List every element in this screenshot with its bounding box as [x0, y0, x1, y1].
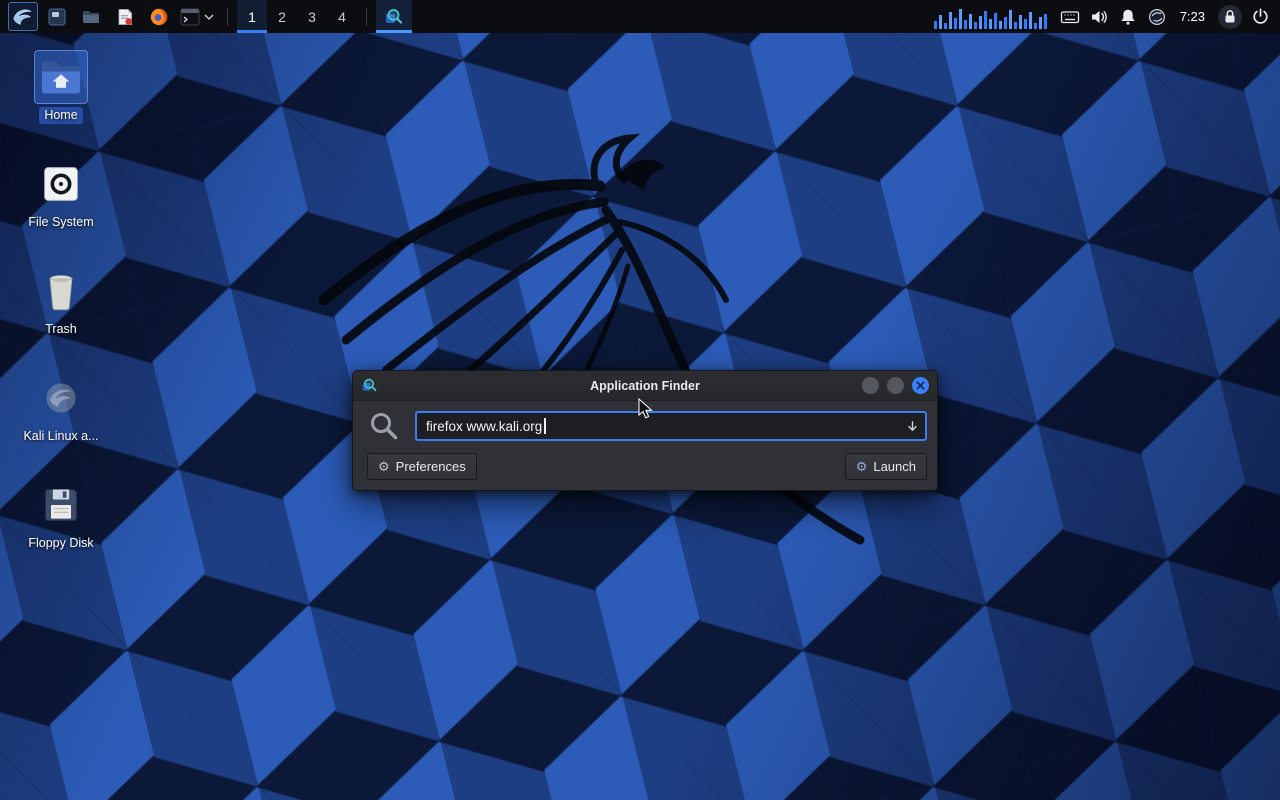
workspace-4[interactable]: 4 — [327, 0, 357, 33]
app-finder-task-icon — [384, 7, 404, 27]
desktop-icon-trash[interactable]: Trash — [8, 264, 114, 338]
desktop-icon-label: Home — [39, 107, 82, 124]
workspace-1-label: 1 — [248, 9, 256, 25]
terminal-launcher[interactable] — [178, 2, 202, 31]
terminal-icon — [180, 8, 200, 26]
home-folder-icon — [39, 57, 83, 97]
window-title: Application Finder — [353, 379, 937, 393]
finder-body: firefox www.kali.org ⚙ Preferences ⚙ Lau… — [353, 401, 937, 490]
workspace-3-label: 3 — [308, 9, 316, 25]
firefox-launcher[interactable] — [144, 2, 174, 31]
titlebar[interactable]: Application Finder — [353, 371, 937, 401]
panel-clock[interactable]: 7:23 — [1176, 9, 1209, 24]
lock-icon — [1223, 9, 1237, 24]
globe-icon — [1147, 7, 1167, 27]
desktop-icon-label: Kali Linux a... — [18, 428, 103, 445]
kali-shortcut-icon — [41, 378, 81, 418]
desktop-icon-kali-linux[interactable]: Kali Linux a... — [8, 371, 114, 445]
arrow-down-icon — [906, 420, 919, 433]
gear-icon: ⚙ — [378, 460, 390, 473]
run-gear-icon: ⚙ — [856, 460, 868, 473]
desktop-icon-label: Floppy Disk — [23, 535, 98, 552]
terminal-dropdown-button[interactable] — [202, 2, 216, 31]
taskbar-application-finder[interactable] — [376, 0, 412, 33]
launch-button-label: Launch — [873, 459, 916, 474]
lock-screen-button[interactable] — [1218, 5, 1242, 29]
floppy-disk-icon — [41, 485, 81, 525]
firefox-icon — [149, 7, 169, 27]
workspace-2-label: 2 — [278, 9, 286, 25]
applications-menu-button[interactable] — [8, 2, 38, 31]
power-icon — [1251, 7, 1270, 26]
close-button[interactable] — [912, 377, 929, 394]
text-caret — [544, 418, 546, 434]
dropdown-arrow-button[interactable] — [906, 413, 919, 439]
close-icon — [916, 381, 925, 390]
volume-control[interactable] — [1089, 7, 1109, 27]
preferences-button-label: Preferences — [396, 459, 466, 474]
file-manager-icon — [47, 7, 67, 27]
keyboard-indicator[interactable] — [1060, 7, 1080, 27]
notifications[interactable] — [1118, 7, 1138, 27]
panel-separator — [227, 8, 228, 26]
workspace-1[interactable]: 1 — [237, 0, 267, 33]
file-system-icon — [41, 164, 81, 204]
preferences-button[interactable]: ⚙ Preferences — [367, 453, 477, 480]
window-app-finder-icon — [361, 377, 378, 394]
workspace-2[interactable]: 2 — [267, 0, 297, 33]
panel-separator — [366, 8, 367, 26]
folder-launcher[interactable] — [76, 2, 106, 31]
volume-icon — [1089, 7, 1109, 27]
top-panel: 1 2 3 4 — [0, 0, 1280, 33]
trash-icon — [41, 270, 81, 312]
kali-dragon-silhouette — [268, 118, 888, 578]
desktop-icon-floppy-disk[interactable]: Floppy Disk — [8, 478, 114, 552]
desktop-icon-home[interactable]: Home — [8, 50, 114, 124]
status-globe[interactable] — [1147, 7, 1167, 27]
search-icon — [367, 410, 401, 442]
search-entry[interactable]: firefox www.kali.org — [415, 411, 927, 441]
maximize-button[interactable] — [887, 377, 904, 394]
workspace-3[interactable]: 3 — [297, 0, 327, 33]
desktop-icon-file-system[interactable]: File System — [8, 157, 114, 231]
desktop-icon-column: Home File System Trash — [8, 50, 114, 585]
logout-button[interactable] — [1251, 7, 1270, 26]
audio-spectrum-widget — [933, 5, 1051, 29]
keyboard-icon — [1060, 7, 1080, 27]
folder-icon — [81, 7, 101, 27]
bell-icon — [1118, 7, 1138, 27]
desktop-icon-label: File System — [23, 214, 98, 231]
chevron-down-icon — [204, 14, 214, 20]
text-editor-launcher[interactable] — [110, 2, 140, 31]
desktop-icon-label: Trash — [40, 321, 82, 338]
minimize-button[interactable] — [862, 377, 879, 394]
kali-logo-icon — [12, 6, 34, 28]
file-manager-launcher[interactable] — [42, 2, 72, 31]
launch-button[interactable]: ⚙ Launch — [845, 453, 927, 480]
application-finder-window: Application Finder firefox www.kali.org — [352, 370, 938, 491]
text-editor-icon — [115, 7, 135, 27]
workspace-4-label: 4 — [338, 9, 346, 25]
search-entry-value: firefox www.kali.org — [426, 419, 542, 434]
